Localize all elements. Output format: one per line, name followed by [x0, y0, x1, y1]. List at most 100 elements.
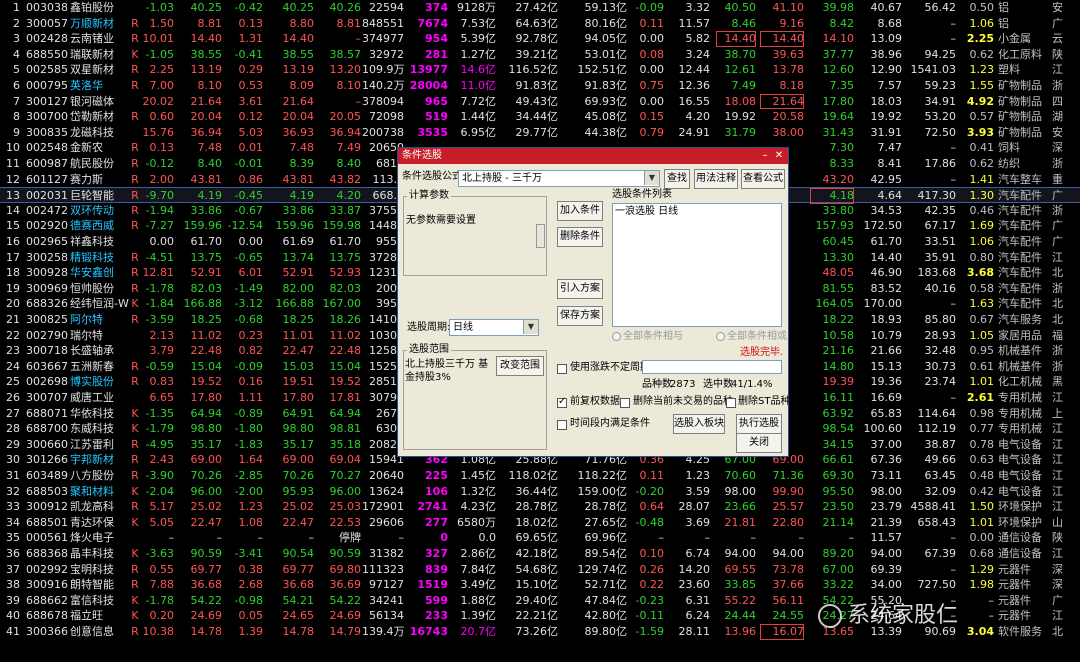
ask: 13.20	[329, 63, 362, 77]
period-select[interactable]: 日线 ▼	[449, 319, 539, 336]
stock-name[interactable]: 华依科技	[70, 406, 130, 422]
stock-name[interactable]: 威唐工业	[70, 390, 130, 406]
table-row[interactable]: 37 002992 宝明科技 R 0.55 69.77 0.38 69.77 69.80 1113…	[0, 562, 1080, 578]
prev-close: 34.00	[870, 578, 903, 592]
run-filter-button[interactable]: 执行选股	[736, 414, 782, 434]
add-condition-button[interactable]: 加入条件	[557, 201, 603, 221]
volume-ratio: 1.50	[969, 500, 995, 514]
import-plan-button[interactable]: 引入方案	[557, 279, 603, 299]
table-row[interactable]: 2 300057 万顺新材 R 1.50 8.81 0.13 8.80 8.81 848551 76…	[0, 16, 1080, 32]
change-range-button[interactable]: 改变范围	[496, 356, 544, 376]
ask: 17.81	[329, 391, 362, 404]
table-row[interactable]: 31 603489 八方股份 R -3.90 70.26 -2.85 70.26 70.27 20…	[0, 468, 1080, 484]
table-row[interactable]: 36 688368 晶丰科技 K -3.63 90.59 -3.41 90.54 90.59 31…	[0, 546, 1080, 562]
stock-name[interactable]: 晶丰科技	[70, 546, 130, 562]
uncertain-period-checkbox[interactable]	[557, 364, 567, 374]
delete-condition-button[interactable]: 删除条件	[557, 227, 603, 247]
ask: 40.26	[329, 1, 362, 14]
stock-name[interactable]: 华安鑫创	[70, 265, 130, 281]
pre-adjusted-checkbox[interactable]	[557, 396, 567, 408]
table-row[interactable]: 32 688503 聚和材料 K -2.04 96.00 -2.00 95.93 96.00 13…	[0, 484, 1080, 500]
stock-name[interactable]: 巨轮智能	[70, 188, 130, 204]
table-row[interactable]: 4 688550 瑞联新材 K -1.05 38.55 -0.41 38.55 38.57 329…	[0, 47, 1080, 63]
table-row[interactable]: 38 300916 朗特智能 R 7.88 36.68 2.68 36.68 36.69 9712…	[0, 577, 1080, 593]
close-button[interactable]: 关闭	[736, 433, 782, 453]
stock-name[interactable]: 凯龙高科	[70, 499, 130, 515]
stock-name[interactable]: 祥鑫科技	[70, 234, 130, 250]
save-plan-button[interactable]: 保存方案	[557, 306, 603, 326]
bid: 90.54	[282, 547, 315, 560]
stock-name[interactable]: 赛力斯	[70, 172, 130, 188]
stock-name[interactable]: 宇邦新材	[70, 452, 130, 468]
stock-name[interactable]: 金新农	[70, 140, 130, 156]
stock-name[interactable]: 经纬恒润-W	[70, 296, 130, 312]
stock-name[interactable]: 富信科技	[70, 593, 130, 609]
radio-or[interactable]	[716, 332, 725, 341]
delete-untraded-checkbox[interactable]	[620, 398, 630, 408]
stock-name[interactable]: 烽火电子	[70, 530, 130, 546]
table-row[interactable]: 34 688501 青达环保 K 5.05 22.47 1.08 22.47 22.53 2960…	[0, 515, 1080, 531]
stock-name[interactable]: 聚和材料	[70, 484, 130, 500]
stock-name[interactable]: 青达环保	[70, 515, 130, 531]
stock-name[interactable]: 万顺新材	[70, 16, 130, 32]
row-index: 27	[6, 406, 20, 420]
radio-and[interactable]	[612, 332, 621, 341]
stock-name[interactable]: 银河磁体	[70, 94, 130, 110]
params-scrollbar[interactable]	[536, 224, 545, 248]
stock-name[interactable]: 江苏雷利	[70, 437, 130, 453]
condition-list-item[interactable]: 一浪选股 日线	[615, 205, 678, 219]
find-button[interactable]: 查找	[664, 169, 690, 189]
uncertain-period-input[interactable]	[642, 360, 782, 374]
stock-name[interactable]: 博实股份	[70, 374, 130, 390]
table-row[interactable]: 9 300835 龙磁科技 15.76 36.94 5.03 36.93 36.94 20073…	[0, 125, 1080, 141]
condition-list[interactable]: 一浪选股 日线	[612, 203, 782, 327]
stock-name[interactable]: 瑞联新材	[70, 47, 130, 63]
delete-st-checkbox[interactable]	[726, 398, 736, 408]
stock-name[interactable]: 创意信息	[70, 624, 130, 640]
stock-name[interactable]: 鑫铂股份	[70, 0, 130, 16]
formula-select[interactable]: 北上持股 - 三千万 ▼	[458, 170, 660, 187]
stock-name[interactable]: 朗特智能	[70, 577, 130, 593]
stock-name[interactable]: 阿尔特	[70, 312, 130, 328]
stock-name[interactable]: 云南锗业	[70, 31, 130, 47]
stock-name[interactable]: 双环传动	[70, 203, 130, 219]
price: 7.48	[197, 141, 223, 155]
table-row[interactable]: 35 000561 烽火电子 – – – – 停牌 – 0 0.0 69.65亿 69.96亿 – – – – –…	[0, 530, 1080, 546]
stock-name[interactable]: 恒帅股份	[70, 281, 130, 297]
radio-or-label: 全部条件相或	[727, 331, 787, 342]
stock-name[interactable]: 长盛轴承	[70, 343, 130, 359]
stock-name[interactable]: 岱勒新材	[70, 109, 130, 125]
table-row[interactable]: 5 002585 双星新材 R 2.25 13.19 0.29 13.19 13.20 109.9…	[0, 62, 1080, 78]
table-row[interactable]: 33 300912 凯龙高科 R 5.17 25.02 1.23 25.02 25.03 1729…	[0, 499, 1080, 515]
stock-name[interactable]: 德赛西威	[70, 218, 130, 234]
stock-name[interactable]: 精锻科技	[70, 250, 130, 266]
stock-name[interactable]: 宝明科技	[70, 562, 130, 578]
price: 70.26	[190, 469, 223, 482]
margin-flag: R	[131, 625, 139, 638]
stock-name[interactable]: 八方股份	[70, 468, 130, 484]
change: 5.03	[238, 125, 264, 139]
stock-name[interactable]: 东威科技	[70, 421, 130, 437]
stock-name[interactable]: 瑞尔特	[70, 328, 130, 344]
row-index: 39	[6, 593, 20, 607]
stock-name[interactable]: 龙磁科技	[70, 125, 130, 141]
table-row[interactable]: 7 300127 银河磁体 20.02 21.64 3.61 21.64 –378094 965…	[0, 93, 1080, 110]
stock-name[interactable]: 双星新材	[70, 62, 130, 78]
stock-name[interactable]: 福立旺	[70, 608, 130, 624]
bid: 166.88	[275, 297, 315, 311]
view-formula-button[interactable]: 查看公式	[741, 169, 785, 189]
time-range-checkbox[interactable]	[557, 420, 567, 430]
table-row[interactable]: 1 003038 鑫铂股份 -1.03 40.25 -0.42 40.25 40.26 2259…	[0, 0, 1080, 16]
stock-name[interactable]: 五洲新春	[70, 359, 130, 375]
usage-button[interactable]: 用法注释	[694, 169, 738, 189]
close-icon[interactable]: ✕	[774, 150, 784, 161]
table-row[interactable]: 8 300700 岱勒新材 R 0.60 20.04 0.12 20.04 20.05 72098…	[0, 109, 1080, 125]
stock-name[interactable]: 英洛华	[70, 78, 130, 94]
margin-flag: K	[131, 515, 139, 529]
table-row[interactable]: 3 002428 云南锗业 R 10.01 14.40 1.31 14.40–374977 95…	[0, 31, 1080, 47]
table-row[interactable]: 6 000795 英洛华 R 7.00 8.10 0.53 8.09 8.10 140.2万 280…	[0, 78, 1080, 94]
pe: –	[950, 141, 957, 155]
add-to-block-button[interactable]: 选股入板块	[673, 414, 725, 434]
stock-name[interactable]: 航民股份	[70, 156, 130, 172]
minimize-icon[interactable]: –	[760, 150, 770, 161]
